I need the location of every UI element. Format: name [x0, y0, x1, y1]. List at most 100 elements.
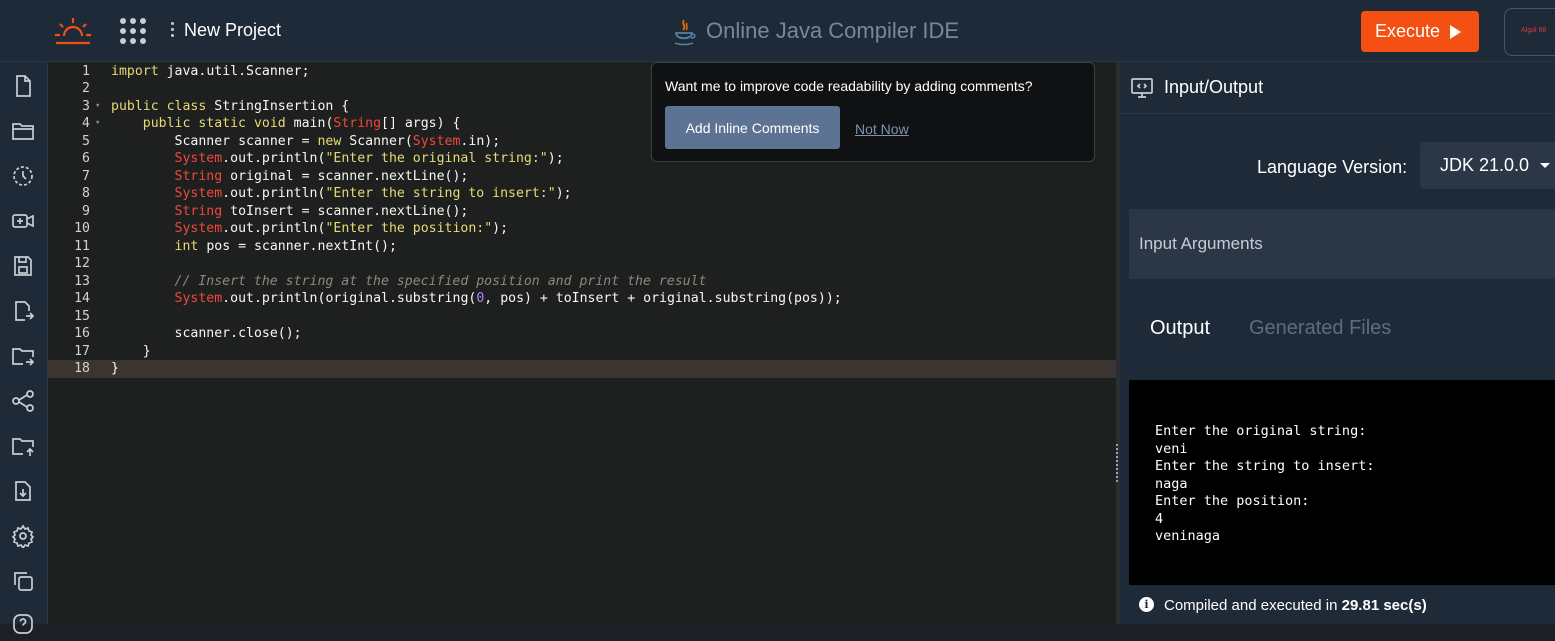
line-number: 2 [82, 81, 90, 96]
console-line: Enter the string to insert: [1155, 458, 1375, 474]
line-number: 3 [82, 98, 90, 114]
code-text: System.out.println("Enter the string to … [174, 186, 572, 201]
console-line: veni [1155, 440, 1188, 457]
line-number: 15 [74, 308, 90, 324]
monitor-code-icon [1130, 76, 1154, 100]
kebab-menu-icon[interactable] [170, 22, 176, 40]
top-bar: New Project Online Java Compiler IDE Exe… [0, 0, 1555, 62]
play-icon [1450, 24, 1462, 39]
sun-logo-icon[interactable] [54, 16, 92, 46]
language-version-value: JDK 21.0.0 [1440, 155, 1530, 175]
code-line[interactable]: 12 [48, 255, 1116, 273]
history-icon[interactable] [11, 164, 35, 188]
code-line[interactable]: 13 // Insert the string at the specified… [48, 273, 1116, 291]
line-number: 14 [74, 291, 90, 306]
tab-generated-files[interactable]: Generated Files [1249, 317, 1391, 340]
code-text: System.out.println("Enter the position:"… [174, 221, 509, 236]
download-file-icon[interactable] [11, 479, 35, 503]
open-folder-icon[interactable] [11, 119, 35, 143]
comments-suggestion-popup: Want me to improve code readability by a… [651, 62, 1095, 162]
input-arguments-box [1129, 209, 1555, 279]
video-icon[interactable] [11, 209, 35, 233]
left-sidebar [0, 62, 48, 634]
code-line[interactable]: 10 System.out.println("Enter the positio… [48, 220, 1116, 238]
language-version-label: Language Version: [1257, 157, 1408, 177]
move-folder-icon[interactable] [11, 344, 35, 368]
language-version-select[interactable]: JDK 21.0.0 [1420, 142, 1555, 189]
apps-grid-icon[interactable] [120, 18, 146, 44]
io-header: Input/Output [1120, 62, 1555, 114]
status-prefix: Compiled and executed in [1164, 597, 1338, 614]
line-number: 7 [82, 168, 90, 184]
line-number: 11 [74, 238, 90, 254]
io-title: Input/Output [1164, 77, 1264, 97]
upload-folder-icon[interactable] [11, 434, 35, 458]
code-text: String toInsert = scanner.nextLine(); [174, 203, 469, 219]
console-line: 4 [1155, 510, 1164, 527]
code-text: System.out.println(original.substring(0,… [174, 291, 842, 306]
copy-icon[interactable] [11, 569, 35, 593]
export-file-icon[interactable] [11, 299, 35, 323]
io-panel: Input/Output Language Version: JDK 21.0.… [1120, 62, 1555, 624]
help-icon[interactable] [11, 612, 35, 636]
line-number: 18 [74, 361, 90, 376]
code-line[interactable]: 7 String original = scanner.nextLine(); [48, 168, 1116, 186]
code-line[interactable]: 8 System.out.println("Enter the string t… [48, 185, 1116, 203]
console-line: naga [1155, 475, 1188, 492]
project-name[interactable]: New Project [184, 20, 281, 41]
chevron-down-icon [1540, 163, 1550, 168]
line-number: 13 [74, 273, 90, 289]
line-number: 8 [82, 186, 90, 201]
not-now-link[interactable]: Not Now [855, 121, 909, 137]
code-line[interactable]: 14 System.out.println(original.substring… [48, 290, 1116, 308]
line-number: 10 [74, 221, 90, 236]
line-number: 16 [74, 326, 90, 341]
code-text: public static void main(String[] args) { [142, 116, 461, 131]
execute-button[interactable]: Execute [1361, 11, 1479, 52]
tab-output[interactable]: Output [1150, 317, 1210, 340]
line-number: 12 [74, 256, 90, 271]
ad-banner[interactable]: Algol 68 [1504, 8, 1555, 56]
code-text: Scanner scanner = new Scanner(System.in)… [174, 133, 501, 149]
status-time: 29.81 sec(s) [1341, 597, 1427, 614]
code-line[interactable]: 15 [48, 308, 1116, 326]
console-line: Enter the position: [1155, 493, 1310, 509]
code-text: } [111, 343, 151, 359]
settings-icon[interactable] [11, 524, 35, 550]
share-icon[interactable] [11, 389, 35, 413]
code-text: import java.util.Scanner; [111, 63, 310, 79]
code-line[interactable]: 9 String toInsert = scanner.nextLine(); [48, 203, 1116, 221]
code-text: public class StringInsertion { [111, 98, 350, 114]
fold-arrow-icon[interactable]: ▾ [95, 98, 100, 116]
line-number: 17 [74, 343, 90, 359]
ad-text: Algol 68 [1521, 27, 1547, 34]
console-line: Enter the original string: [1155, 423, 1367, 439]
line-number: 1 [82, 63, 90, 79]
info-icon: i [1139, 597, 1154, 612]
code-text: int pos = scanner.nextInt(); [174, 238, 397, 254]
console-line: veninaga [1155, 528, 1221, 544]
java-cup-icon [672, 18, 696, 46]
status-text: Compiled and executed in 29.81 sec(s) [1164, 597, 1427, 614]
code-text: System.out.println("Enter the original s… [174, 151, 564, 166]
code-line[interactable]: 16 scanner.close(); [48, 325, 1116, 343]
code-line[interactable]: 17 } [48, 343, 1116, 361]
execute-label: Execute [1375, 21, 1441, 41]
popup-question: Want me to improve code readability by a… [665, 78, 1033, 94]
code-line[interactable]: 18} [48, 360, 1116, 378]
code-text: scanner.close(); [174, 326, 302, 341]
add-inline-comments-button[interactable]: Add Inline Comments [665, 106, 840, 149]
code-line[interactable]: 11 int pos = scanner.nextInt(); [48, 238, 1116, 256]
code-text: String original = scanner.nextLine(); [174, 168, 469, 184]
status-bar: i Compiled and executed in 29.81 sec(s) [1129, 585, 1555, 624]
save-icon[interactable] [11, 254, 35, 278]
fold-arrow-icon[interactable]: ▾ [95, 115, 100, 133]
code-text: } [111, 361, 119, 376]
line-number: 4 [82, 116, 90, 131]
app-title: Online Java Compiler IDE [706, 18, 960, 43]
input-arguments-field[interactable] [1129, 209, 1555, 279]
line-number: 9 [82, 203, 90, 219]
new-file-icon[interactable] [11, 74, 35, 98]
line-number: 5 [82, 133, 90, 149]
output-console: Enter the original string: veni Enter the … [1129, 380, 1555, 585]
